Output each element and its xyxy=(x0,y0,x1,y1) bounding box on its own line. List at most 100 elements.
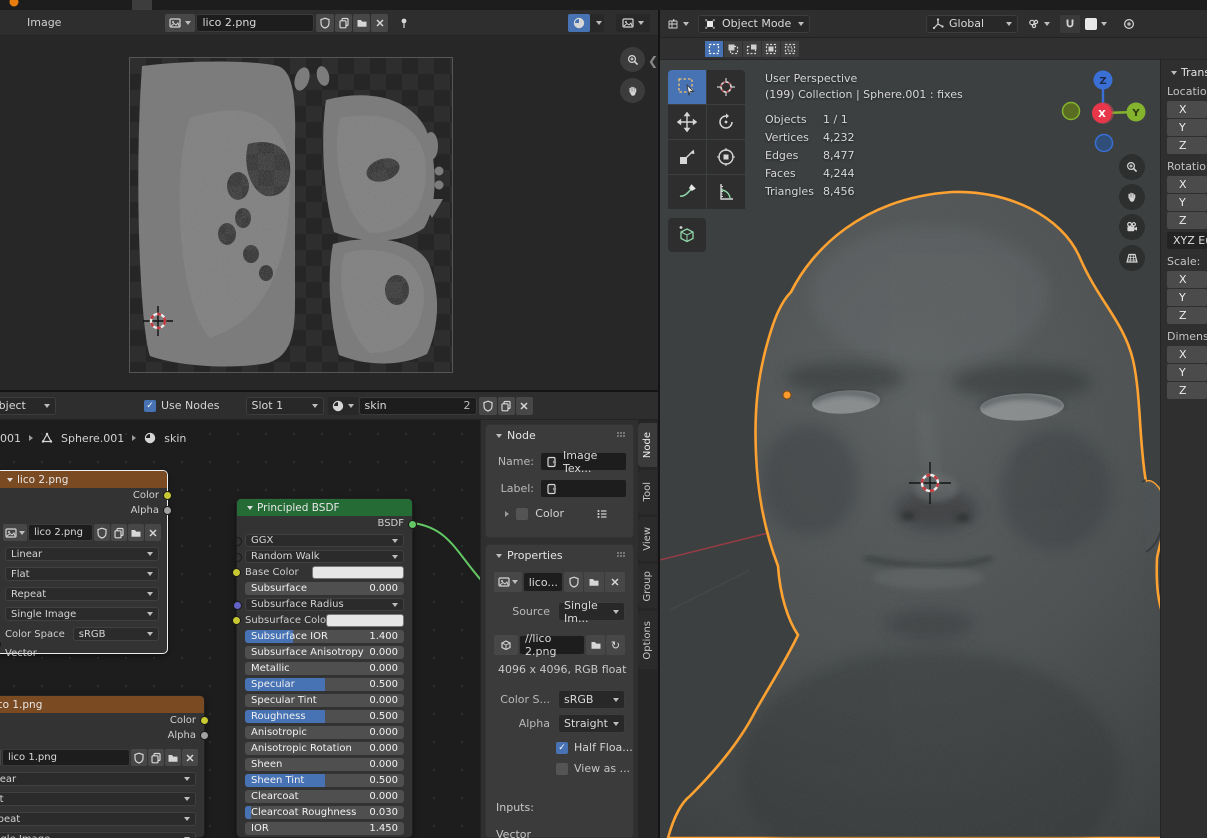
workspace-tab[interactable] xyxy=(192,0,212,10)
cursor-tool-icon[interactable] xyxy=(707,70,745,104)
color-expand-arrow[interactable] xyxy=(505,511,509,517)
viewport-menu[interactable] xyxy=(836,17,854,30)
node-dropdown[interactable]: Single Image xyxy=(5,607,159,621)
node-dropdown[interactable]: Flat xyxy=(0,792,196,806)
sidebar-tab-node[interactable]: Node xyxy=(638,423,657,467)
axis-field-y[interactable]: Y xyxy=(1167,194,1207,211)
node-name-field[interactable]: Image Tex... xyxy=(540,452,627,471)
source-dropdown[interactable]: Single Im... xyxy=(558,602,625,621)
snap-target-icon[interactable] xyxy=(1024,15,1054,33)
select-mode-invert[interactable] xyxy=(762,41,780,57)
workspace-tab[interactable] xyxy=(252,0,272,10)
open-image-folder-icon[interactable] xyxy=(353,14,370,32)
close-icon[interactable] xyxy=(605,572,625,592)
uv-image[interactable] xyxy=(129,57,453,373)
image-texture-node-lico1[interactable]: lico 1.png Color Alpha lico 1.png Linear… xyxy=(0,695,205,838)
viewport-menu[interactable] xyxy=(854,17,872,30)
bsdf-row[interactable]: Subsurface Anisotropy 0.000 xyxy=(245,646,404,659)
axis-field-x[interactable]: X xyxy=(1167,271,1207,288)
axis-field-x[interactable]: X xyxy=(1167,176,1207,193)
image-name[interactable]: lico... xyxy=(523,572,563,592)
pack-box-icon[interactable] xyxy=(494,635,518,655)
folder-icon[interactable] xyxy=(586,635,605,655)
node-image-name[interactable]: lico 2.png xyxy=(28,524,93,541)
image-datablock-icon[interactable] xyxy=(3,524,27,541)
bsdf-row[interactable]: Subsurface Radius xyxy=(245,598,404,611)
axis-field-z[interactable]: Z xyxy=(1167,137,1207,154)
sidebar-tab-group[interactable]: Group xyxy=(638,564,657,608)
folder-icon[interactable] xyxy=(128,524,144,541)
list-icon[interactable] xyxy=(596,508,608,520)
mode-dropdown[interactable]: Object Mode xyxy=(698,15,810,33)
users-count[interactable]: 2 xyxy=(464,399,471,412)
bsdf-row[interactable]: Random Walk xyxy=(245,550,404,563)
pin-icon[interactable] xyxy=(398,17,410,29)
image-texture-node-lico2[interactable]: lico 2.png Color Alpha lico 2.png Linear… xyxy=(0,470,168,654)
sidebar-tab-tool[interactable]: Tool xyxy=(638,470,657,514)
node-dropdown[interactable]: Linear xyxy=(0,772,196,786)
view-as-checkbox[interactable] xyxy=(556,763,568,775)
divider-vertical[interactable] xyxy=(658,10,660,838)
select-mode-intersect[interactable] xyxy=(781,41,799,57)
fake-user-shield-icon[interactable] xyxy=(131,749,147,766)
close-icon[interactable] xyxy=(145,524,161,541)
shader-menu[interactable] xyxy=(84,399,102,412)
orientation-dropdown[interactable]: Global xyxy=(926,15,1018,33)
bsdf-row[interactable]: Sheen Tint 0.500 xyxy=(245,774,404,787)
drag-dots-icon[interactable] xyxy=(615,430,627,442)
copy-material-icon[interactable] xyxy=(498,397,515,415)
workspace-tab[interactable] xyxy=(292,0,312,10)
shader-menu[interactable] xyxy=(120,399,138,412)
bsdf-row[interactable]: Specular 0.500 xyxy=(245,678,404,691)
display-channels-color-icon[interactable] xyxy=(568,14,590,32)
workspace-tab[interactable] xyxy=(232,0,252,10)
material-name-field[interactable]: skin2 xyxy=(359,397,477,415)
topbar-menu[interactable] xyxy=(28,0,46,10)
shader-menu[interactable] xyxy=(66,399,84,412)
workspace-tab[interactable] xyxy=(132,0,152,10)
fake-user-shield-icon[interactable] xyxy=(479,397,497,415)
overlays-radio-icon[interactable] xyxy=(1119,15,1139,33)
pan-hand-icon[interactable] xyxy=(1119,184,1145,210)
measure-tool-icon[interactable] xyxy=(707,175,745,209)
colorspace-dropdown[interactable]: sRGB xyxy=(558,690,625,709)
axis-field-x[interactable]: X xyxy=(1167,101,1207,118)
unlink-close-icon[interactable] xyxy=(516,397,533,415)
folder-icon[interactable] xyxy=(165,749,181,766)
sidebar-tab-view[interactable]: View xyxy=(638,517,657,561)
colorspace-dropdown[interactable]: sRGB xyxy=(73,627,159,641)
viewport-menu[interactable] xyxy=(818,17,836,30)
copy-icon[interactable] xyxy=(148,749,164,766)
axis-field-x[interactable]: X xyxy=(1167,346,1207,363)
bsdf-row[interactable]: Metallic 0.000 xyxy=(245,662,404,675)
bsdf-row[interactable]: Sheen 0.000 xyxy=(245,758,404,771)
node-image-name[interactable]: lico 1.png xyxy=(2,749,130,766)
node-label-field[interactable] xyxy=(540,479,627,498)
add-cube-tool-icon[interactable] xyxy=(668,218,706,252)
image-datablock-icon[interactable] xyxy=(165,14,195,32)
pan-hand-icon[interactable] xyxy=(620,78,645,103)
workspace-tab[interactable] xyxy=(112,0,132,10)
bsdf-row[interactable]: Anisotropic Rotation 0.000 xyxy=(245,742,404,755)
annotate-tool-icon[interactable] xyxy=(668,175,706,209)
topbar-menu[interactable] xyxy=(64,0,82,10)
node-dropdown[interactable]: Single Image xyxy=(0,832,196,838)
proportional-editing-icon[interactable] xyxy=(1081,15,1111,33)
node-dropdown[interactable]: Linear xyxy=(5,547,159,561)
folder-icon[interactable] xyxy=(584,572,604,592)
select-mode-set[interactable] xyxy=(705,41,723,57)
move-tool-icon[interactable] xyxy=(668,105,706,139)
gizmos-image-icon[interactable] xyxy=(616,14,650,32)
zoom-icon[interactable] xyxy=(1119,154,1145,180)
material-icon[interactable] xyxy=(328,397,358,415)
display-channels-dropdown[interactable] xyxy=(590,14,604,32)
camera-view-icon[interactable] xyxy=(1119,214,1145,240)
fake-user-shield-icon[interactable] xyxy=(94,524,110,541)
principled-bsdf-node[interactable]: Principled BSDF BSDF GGX Random Walk xyxy=(236,498,413,838)
fake-user-shield-icon[interactable] xyxy=(564,572,584,592)
axis-field-z[interactable]: Z xyxy=(1167,307,1207,324)
topbar-menu[interactable] xyxy=(46,0,64,10)
shader-menu[interactable] xyxy=(102,399,120,412)
navigation-gizmo[interactable]: Z Y X xyxy=(1060,68,1155,163)
editor-type-icon[interactable] xyxy=(664,15,692,33)
